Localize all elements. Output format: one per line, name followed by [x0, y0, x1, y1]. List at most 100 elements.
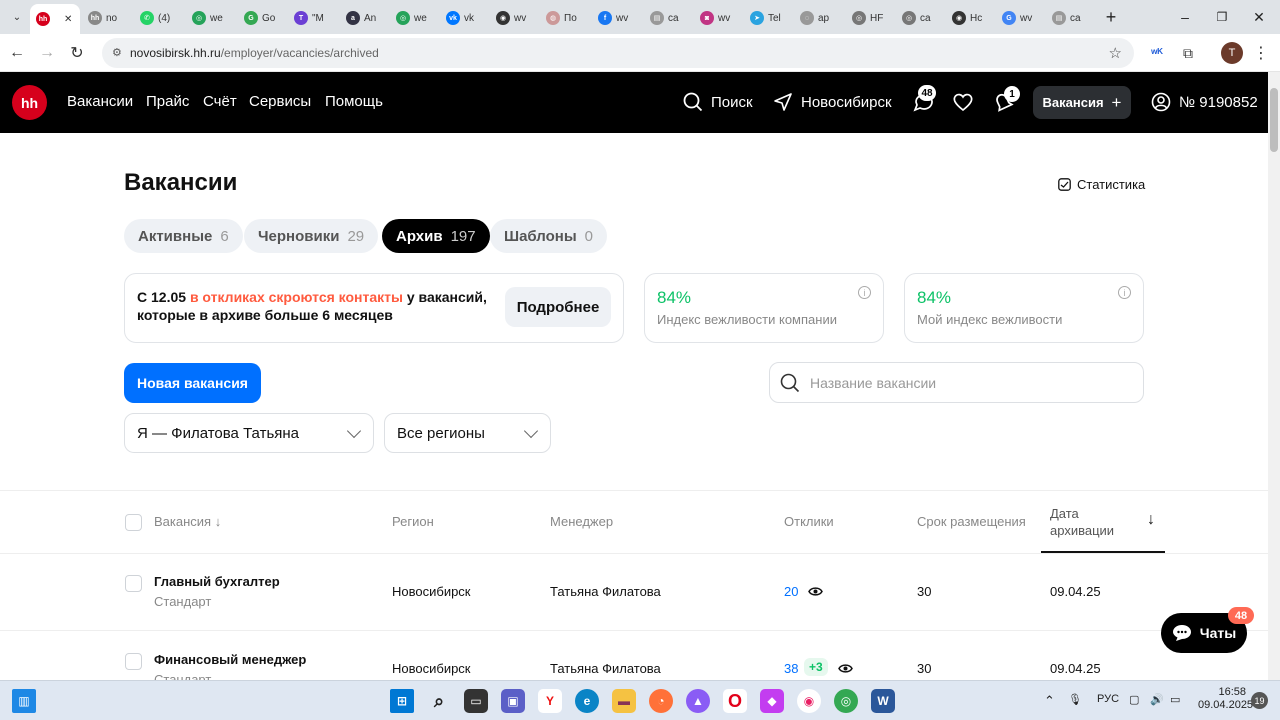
start-windows-icon[interactable]: ⊞	[390, 689, 414, 713]
task-view-icon[interactable]: ▭	[464, 689, 488, 713]
nav-vacancies[interactable]: Вакансии	[67, 93, 133, 110]
browser-tab[interactable]: ➤ Tel	[744, 4, 792, 32]
browser-tab[interactable]: vk vk	[440, 4, 488, 32]
network-icon[interactable]: ▢	[1129, 693, 1139, 706]
new-tab-button[interactable]: +	[1096, 6, 1126, 28]
browser-tab[interactable]: ◎ ca	[896, 4, 944, 32]
nav-price[interactable]: Прайс	[146, 93, 189, 110]
notifications-button[interactable]: 1	[992, 86, 1020, 118]
browser-tab[interactable]: Gwv	[996, 4, 1044, 32]
vacancy-title-link[interactable]: Главный бухгалтер	[154, 574, 280, 589]
minimize-button[interactable]: –	[1170, 6, 1200, 28]
back-icon[interactable]: ←	[6, 42, 28, 64]
row-checkbox[interactable]	[125, 653, 142, 670]
volume-icon[interactable]: 🔊	[1150, 693, 1164, 706]
opera-icon[interactable]: O	[723, 689, 747, 713]
browser-tab[interactable]: a An	[340, 4, 388, 32]
firefox-icon[interactable]: ◔	[649, 689, 673, 713]
browser-tab[interactable]: ◎ we	[390, 4, 438, 32]
account-menu[interactable]: № 9190852	[1151, 92, 1258, 112]
app-icon[interactable]: ◆	[760, 689, 784, 713]
address-bar[interactable]: ⚙ novosibirsk.hh.ru/employer/vacancies/a…	[102, 38, 1134, 68]
extensions-puzzle-icon[interactable]: ⧉	[1177, 42, 1199, 64]
widgets-icon[interactable]: ▥	[12, 689, 36, 713]
browser-tab[interactable]: ◍ По	[540, 4, 588, 32]
info-icon[interactable]: i	[1118, 286, 1131, 299]
info-icon[interactable]: i	[858, 286, 871, 299]
responses-count-link[interactable]: 38	[784, 661, 798, 676]
browser-tab[interactable]: G Go	[238, 4, 286, 32]
more-details-button[interactable]: Подробнее	[505, 287, 611, 327]
vacancy-search-input[interactable]: Название вакансии	[769, 362, 1144, 403]
battery-icon[interactable]: ▭	[1170, 693, 1180, 706]
profile-avatar[interactable]: T	[1221, 42, 1243, 64]
microphone-icon[interactable]: 🎙	[1068, 693, 1082, 706]
browser-tab[interactable]: ▤ ca	[644, 4, 692, 32]
page-scrollbar[interactable]	[1268, 72, 1280, 680]
browser-tab[interactable]: ◎ HF	[846, 4, 894, 32]
browser-tab[interactable]: f wv	[592, 4, 640, 32]
tab-templates[interactable]: Шаблоны 0	[490, 219, 608, 253]
header-city[interactable]: Новосибирск	[773, 92, 892, 112]
responses-count-link[interactable]: 20	[784, 584, 798, 599]
nav-help[interactable]: Помощь	[325, 93, 383, 110]
column-header-region[interactable]: Регион	[392, 514, 434, 529]
column-header-term[interactable]: Срок размещения	[917, 514, 1026, 529]
extension-icon[interactable]: ʷᴷ	[1146, 42, 1168, 64]
select-all-checkbox[interactable]	[125, 514, 142, 531]
create-vacancy-button[interactable]: Вакансия +	[1033, 86, 1131, 119]
browser-tab[interactable]: ◌ ap	[794, 4, 842, 32]
browser-tab[interactable]: ◙ wv	[694, 4, 742, 32]
language-indicator[interactable]: РУС	[1097, 693, 1119, 705]
header-search[interactable]: Поиск	[683, 92, 753, 112]
row-checkbox[interactable]	[125, 575, 142, 592]
browser-tab[interactable]: T "M	[288, 4, 336, 32]
browser-tab[interactable]: ✆ (4)	[134, 4, 182, 32]
maximize-button[interactable]: ❐	[1207, 6, 1237, 28]
tab-archive[interactable]: Архив 197	[382, 219, 490, 253]
hh-logo[interactable]: hh	[12, 85, 47, 120]
app-icon[interactable]: ◉	[797, 689, 821, 713]
tab-drafts[interactable]: Черновики 29	[244, 219, 379, 253]
favorites-button[interactable]	[952, 92, 974, 117]
notification-count-badge[interactable]: 19	[1251, 692, 1268, 709]
new-vacancy-button[interactable]: Новая вакансия	[124, 363, 261, 403]
browser-menu-icon[interactable]: ⋮	[1250, 42, 1272, 64]
manager-filter-select[interactable]: Я — Филатова Татьяна	[124, 413, 374, 453]
bookmark-star-icon[interactable]: ☆	[1109, 44, 1122, 62]
edge-icon[interactable]: e	[575, 689, 599, 713]
column-header-responses[interactable]: Отклики	[784, 514, 834, 529]
my-politeness-card[interactable]: 84% Мой индекс вежливости i	[904, 273, 1144, 343]
tab-active[interactable]: Активные 6	[124, 219, 243, 253]
browser-tab[interactable]: hh no	[82, 4, 130, 32]
scrollbar-thumb[interactable]	[1270, 88, 1278, 152]
chrome-icon[interactable]: ◎	[834, 689, 858, 713]
search-icon[interactable]: ⌕	[427, 689, 451, 713]
site-info-icon[interactable]: ⚙	[112, 46, 122, 59]
column-header-vacancy[interactable]: Вакансия ↓	[154, 514, 221, 529]
nav-account-billing[interactable]: Счёт	[203, 93, 237, 110]
browser-tab[interactable]: ◎ we	[186, 4, 234, 32]
tray-chevron-up-icon[interactable]: ⌃	[1044, 693, 1055, 709]
word-icon[interactable]: W	[871, 689, 895, 713]
column-header-manager[interactable]: Менеджер	[550, 514, 613, 529]
messages-button[interactable]: 48	[912, 85, 936, 119]
browser-tab[interactable]: hh ✕	[30, 4, 80, 34]
company-politeness-card[interactable]: 84% Индекс вежливости компании i	[644, 273, 884, 343]
close-tab-icon[interactable]: ✕	[64, 14, 72, 25]
browser-tab[interactable]: ◉ wv	[490, 4, 538, 32]
clock[interactable]: 16:58 09.04.2025	[1198, 686, 1253, 712]
statistics-link[interactable]: Статистика	[1058, 177, 1145, 192]
forward-icon[interactable]: →	[36, 42, 58, 64]
reload-icon[interactable]: ↻	[66, 42, 88, 64]
nav-services[interactable]: Сервисы	[249, 93, 311, 110]
vacancy-title-link[interactable]: Финансовый менеджер	[154, 652, 306, 667]
tab-search-chevron-icon[interactable]: ⌄	[6, 6, 28, 28]
browser-tab[interactable]: ▤ ca	[1046, 4, 1094, 32]
region-filter-select[interactable]: Все регионы	[384, 413, 551, 453]
teams-icon[interactable]: ▣	[501, 689, 525, 713]
new-responses-badge[interactable]: +3	[804, 658, 828, 676]
close-window-button[interactable]: ✕	[1244, 6, 1274, 28]
yandex-browser-icon[interactable]: Y	[538, 689, 562, 713]
file-explorer-icon[interactable]: ▬	[612, 689, 636, 713]
